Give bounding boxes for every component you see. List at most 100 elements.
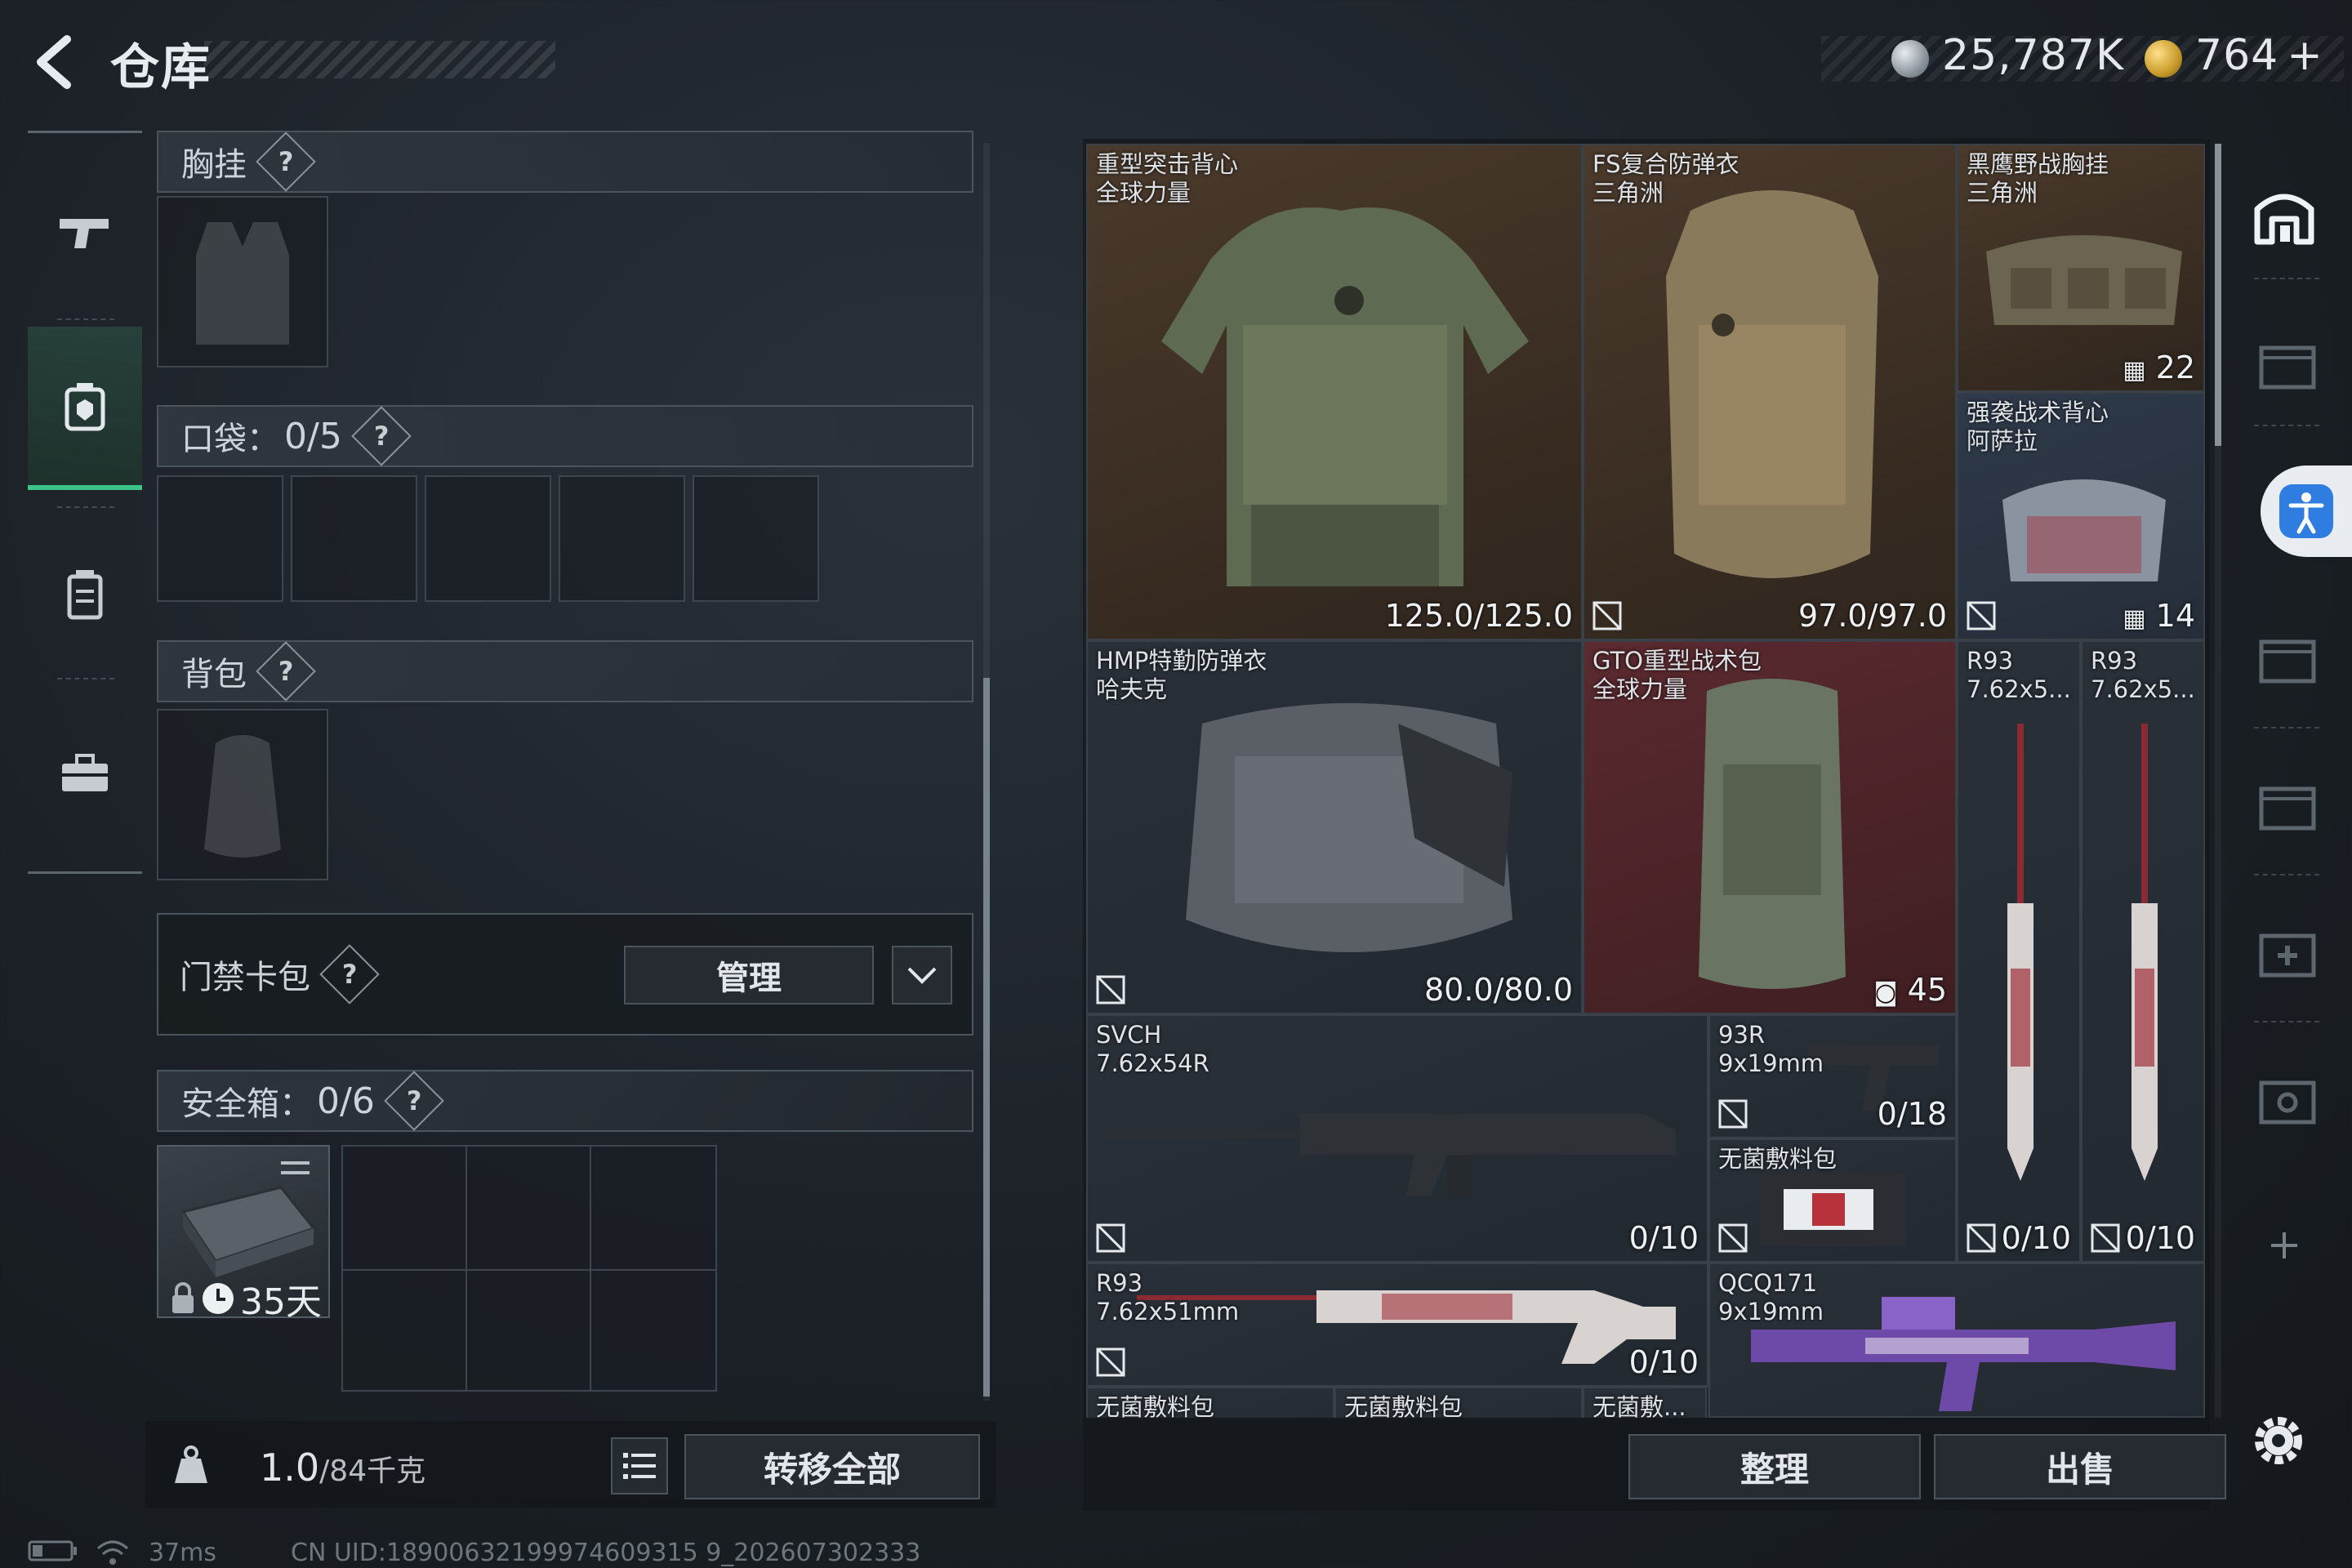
keycard-dropdown-button[interactable] [892,946,952,1004]
nav-toolbox[interactable] [28,693,142,856]
gear-box-icon [2259,1080,2316,1125]
sort-button[interactable]: 整理 [1628,1434,1921,1499]
item-name-line2: 三角洲 [1592,179,1664,207]
add-currency-button[interactable]: + [2287,31,2323,80]
gold-coin-icon [2145,40,2182,78]
item-r93-rifle-2[interactable]: R93 7.62x5... 0/10 [2081,640,2205,1263]
item-fs-composite-armor[interactable]: FS复合防弹衣 三角洲 97.0/97.0 [1583,144,1957,640]
storage-box-icon [2259,786,2316,831]
add-storage-button[interactable] [2241,1200,2328,1290]
pockets-value: 0/5 [284,415,342,457]
item-sterile-dressing[interactable]: 无菌敷料包 [1334,1387,1583,1418]
rifle-image [2132,724,2158,1181]
chest-rig-label: 胸挂 [181,146,247,184]
item-capacity: ▦ 22 [2123,350,2195,385]
sell-button[interactable]: 出售 [1934,1434,2226,1499]
item-durability: 97.0/97.0 [1797,598,1947,634]
storage-tab-1[interactable] [2241,318,2328,408]
chest-rig-slot[interactable] [157,196,328,368]
pocket-slot-1[interactable] [157,475,283,602]
item-assault-tactical-vest[interactable]: 强袭战术背心 阿萨拉 ▦ 14 [1957,392,2205,640]
settings-gear-icon[interactable] [2247,1410,2310,1472]
safebox-help-icon[interactable]: ? [384,1071,444,1131]
grid-capacity-icon: ▦ [2123,604,2146,633]
item-capacity-value: 22 [2155,350,2195,385]
item-name-line2: 全球力量 [1096,179,1192,207]
item-r93-rifle-1[interactable]: R93 7.62x5... 0/10 [1957,640,2081,1263]
backpack-placeholder-icon [204,735,281,858]
storage-tab-4[interactable] [2241,760,2328,849]
storage-tab-gear[interactable] [2241,1054,2328,1143]
item-name: R93 7.62x5... [2091,647,2195,704]
item-ammo: 0/10 [1628,1344,1699,1380]
item-r93-rifle-3[interactable]: R93 7.62x51mm 0/10 [1086,1263,1708,1387]
item-name-line1: 黑鹰野战胸挂 [1967,150,2109,178]
item-capacity: ◙ 45 [1873,972,1947,1008]
weight-current: 1.0 [260,1446,320,1490]
no-sell-icon [1967,601,1996,630]
item-heavy-assault-vest[interactable]: 重型突击背心 全球力量 125.0/125.0 [1086,144,1583,640]
backpack-help-icon[interactable]: ? [256,641,316,702]
no-sell-icon [1096,975,1125,1004]
item-name: R93 7.62x5... [1967,647,2071,704]
item-name: 无菌敷... [1592,1393,1686,1418]
keycard-help-icon[interactable]: ? [319,944,380,1004]
equipment-scrollbar[interactable] [983,678,990,1396]
accessibility-button[interactable] [2261,466,2352,557]
pocket-slot-4[interactable] [559,475,685,602]
item-gto-heavy-pack[interactable]: GTO重型战术包 全球力量 ◙ 45 [1583,640,1957,1014]
help-mark: ? [341,959,358,990]
pockets-help-icon[interactable]: ? [351,406,412,466]
nav-weapons[interactable] [28,151,142,314]
item-93r-pistol[interactable]: 93R 9x19mm 0/18 [1708,1014,1957,1138]
help-mark: ? [278,146,294,177]
item-black-eagle-chest-rig[interactable]: 黑鹰野战胸挂 三角洲 ▦ 22 [1957,144,2205,392]
item-hmp-armor[interactable]: HMP特勤防弹衣 哈夫克 80.0/80.0 [1086,640,1583,1014]
storage-tab-3[interactable] [2241,612,2328,702]
item-name-line2: 三角洲 [1967,179,2038,207]
inventory-grid: 重型突击背心 全球力量 125.0/125.0 FS复合防弹衣 三角洲 97.0/9… [1086,144,2205,1418]
item-sterile-dressing[interactable]: 无菌敷料包 [1708,1138,1957,1263]
pocket-slot-5[interactable] [693,475,819,602]
pocket-slot-3[interactable] [425,475,551,602]
no-sell-icon [1096,1223,1125,1253]
list-icon [623,1453,656,1479]
item-name: QCQ171 9x19mm [1718,1269,1824,1326]
item-name-line2: 7.62x5... [2091,675,2195,703]
hmp-armor-image [1186,703,1512,952]
svch-rifle-image [1104,1114,1676,1196]
wifi-icon [95,1539,131,1568]
keycard-label: 门禁卡包 [180,959,310,996]
inventory-scrollbar[interactable] [2215,144,2221,446]
nav-equipment[interactable] [28,327,142,490]
transfer-all-button[interactable]: 转移全部 [684,1434,980,1499]
backpack-slot[interactable] [157,709,328,880]
manage-button[interactable]: 管理 [624,946,874,1004]
chest-rig-help-icon[interactable]: ? [256,131,316,192]
item-name: 黑鹰野战胸挂 三角洲 [1967,150,2109,207]
item-name: 强袭战术背心 阿萨拉 [1967,399,2109,456]
list-view-button[interactable] [611,1437,668,1494]
item-name-line2: 9x19mm [1718,1049,1824,1077]
item-qcq171-smg[interactable]: QCQ171 9x19mm [1708,1263,2205,1418]
heavy-pack-image [1699,679,1846,989]
back-arrow-icon[interactable] [24,29,90,95]
pockets-header: 口袋： 0/5 ? [157,405,973,467]
item-sterile-dressing[interactable]: 无菌敷... [1583,1387,1707,1418]
item-ammo: 0/18 [1877,1096,1947,1132]
storage-tab-medical[interactable] [2241,906,2328,996]
warehouse-tab[interactable] [2241,172,2328,261]
strip-divider [2254,1021,2319,1022]
item-name: R93 7.62x51mm [1096,1269,1239,1326]
item-sterile-dressing[interactable]: 无菌敷料包 [1086,1387,1334,1418]
pocket-slot-2[interactable] [291,475,417,602]
storage-box-icon [2259,639,2316,684]
no-sell-icon [1718,1099,1748,1129]
no-sell-icon [2091,1223,2120,1253]
user-uid: CN UID:18900632199974609315 9_2026073023… [291,1539,921,1567]
item-svch-rifle[interactable]: SVCH 7.62x54R 0/10 [1086,1014,1708,1263]
item-name: SVCH 7.62x54R [1096,1021,1209,1078]
nav-consumables[interactable] [28,513,142,676]
safebox-grid[interactable] [341,1145,717,1392]
armor-bag-icon [65,383,105,431]
